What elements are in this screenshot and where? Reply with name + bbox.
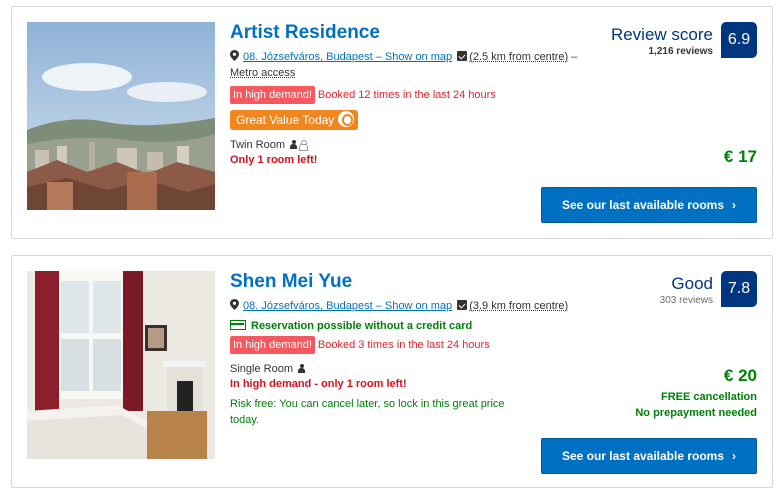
hotel-card: Shen Mei Yue 08. Józsefváros, Budapest –… xyxy=(11,255,773,488)
chevron-right-icon: › xyxy=(732,449,737,463)
room-interior-image xyxy=(27,271,215,459)
review-score-label: Good xyxy=(671,274,713,293)
see-rooms-label: See our last available rooms xyxy=(561,449,725,463)
city-view-image xyxy=(27,22,215,210)
room-type: Twin Room xyxy=(230,138,590,152)
score-badge: 6.9 xyxy=(721,22,757,58)
value-info-icon xyxy=(338,111,355,127)
no-credit-card-text: Reservation possible without a credit ca… xyxy=(251,320,473,332)
review-count: 303 reviews xyxy=(659,295,713,306)
high-demand-badge: In high demand! xyxy=(230,336,315,354)
room-type: Single Room xyxy=(230,362,590,376)
person-icon xyxy=(290,140,298,149)
rooms-left-warning: In high demand - only 1 room left! xyxy=(230,378,407,390)
rooms-left-warning: Only 1 room left! xyxy=(230,154,318,166)
free-cancellation-text: FREE cancellation xyxy=(661,391,757,403)
map-icon xyxy=(457,51,468,61)
map-icon xyxy=(457,300,468,310)
price: € 20 xyxy=(723,366,757,385)
room-type-label: Twin Room xyxy=(230,139,286,151)
score-badge: 7.8 xyxy=(721,271,757,307)
see-rooms-button[interactable]: See our last available rooms › xyxy=(541,187,757,223)
see-rooms-label: See our last available rooms xyxy=(561,198,725,212)
demand-line: In high demand! Booked 12 times in the la… xyxy=(230,86,590,104)
hotel-photo[interactable] xyxy=(27,22,215,210)
distance-text: (2.5 km from centre) xyxy=(469,51,569,63)
person-outline-icon xyxy=(299,140,309,151)
room-type-label: Single Room xyxy=(230,363,293,375)
booked-text: Booked 12 times in the last 24 hours xyxy=(317,89,496,101)
hotel-info: Shen Mei Yue 08. Józsefváros, Budapest –… xyxy=(230,270,590,428)
credit-card-icon xyxy=(230,320,246,330)
location-pin-icon xyxy=(230,299,239,310)
risk-free-text: Risk free: You can cancel later, so lock… xyxy=(230,398,505,426)
great-value-label: Great Value Today xyxy=(236,113,335,127)
price: € 17 xyxy=(723,147,757,166)
review-score-label: Review score xyxy=(610,25,713,44)
no-prepayment-text: No prepayment needed xyxy=(635,407,757,419)
person-icon xyxy=(298,364,306,373)
review-score-text: Good 303 reviews xyxy=(660,273,713,307)
metro-access-text: Metro access xyxy=(230,67,296,79)
hotel-info: Artist Residence 08. Józsefváros, Budape… xyxy=(230,21,590,168)
show-on-map-link[interactable]: 08. Józsefváros, Budapest – Show on map xyxy=(243,51,452,63)
hotel-photo[interactable] xyxy=(27,271,215,459)
dash-separator: – xyxy=(571,51,578,63)
hotel-name-link[interactable]: Shen Mei Yue xyxy=(230,270,590,294)
great-value-badge[interactable]: Great Value Today xyxy=(230,110,359,130)
review-count: 1,216 reviews xyxy=(648,46,714,57)
see-rooms-button[interactable]: See our last available rooms › xyxy=(541,438,757,474)
location-line: 08. Józsefváros, Budapest – Show on map … xyxy=(230,49,590,81)
hotel-name-link[interactable]: Artist Residence xyxy=(230,21,590,45)
demand-line: In high demand! Booked 3 times in the las… xyxy=(230,336,590,354)
review-score-text: Review score 1,216 reviews xyxy=(611,24,713,58)
high-demand-badge: In high demand! xyxy=(230,86,315,104)
show-on-map-link[interactable]: 08. Józsefváros, Budapest – Show on map xyxy=(243,300,452,312)
no-credit-card-line: Reservation possible without a credit ca… xyxy=(230,318,590,334)
distance-text: (3.9 km from centre) xyxy=(469,300,569,312)
chevron-right-icon: › xyxy=(732,198,737,212)
location-line: 08. Józsefváros, Budapest – Show on map … xyxy=(230,298,590,314)
location-pin-icon xyxy=(230,50,239,61)
booked-text: Booked 3 times in the last 24 hours xyxy=(317,339,490,351)
hotel-card: Artist Residence 08. Józsefváros, Budape… xyxy=(11,6,773,239)
